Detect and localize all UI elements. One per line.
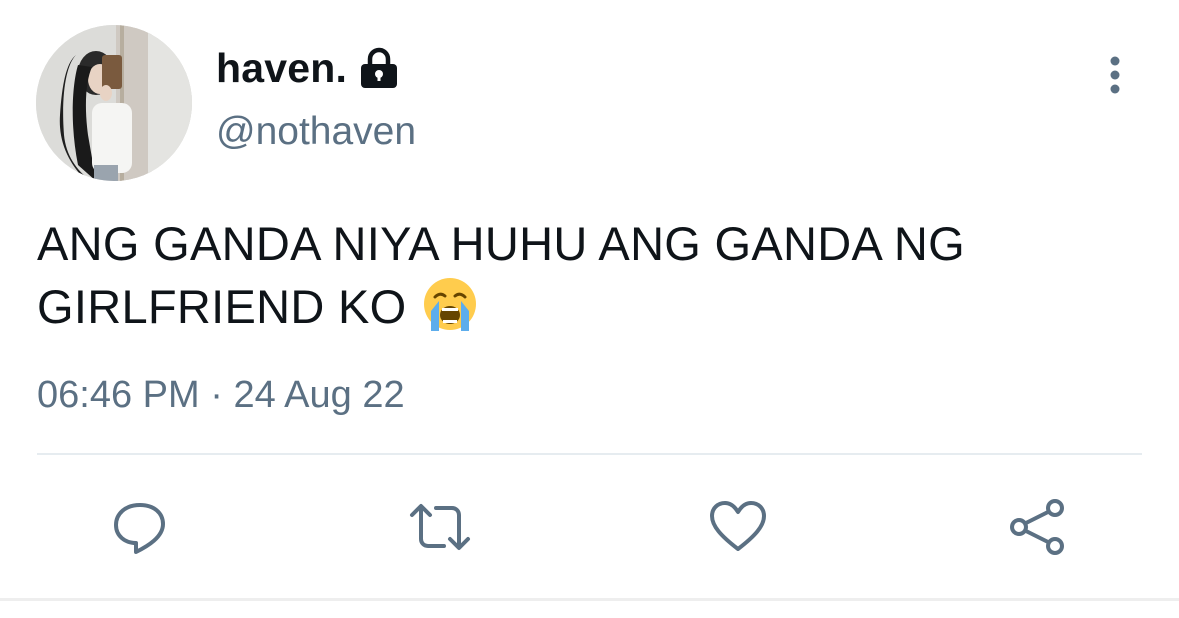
reply-icon — [114, 503, 165, 554]
tweet-date: 24 Aug 22 — [233, 374, 405, 416]
tweet-time: 06:46 PM — [37, 374, 200, 416]
loudly-crying-face-icon — [421, 275, 479, 333]
lock-icon — [359, 47, 399, 89]
avatar[interactable] — [36, 25, 192, 181]
tweet-card: haven. @nothaven ANG GANDA NIYA HUHU ANG… — [0, 0, 1179, 618]
more-vertical-icon[interactable] — [1098, 54, 1132, 98]
tweet-text: ANG GANDA NIYA HUHU ANG GANDA NG GIRLFRI… — [37, 213, 1137, 338]
retweet-button[interactable] — [408, 495, 472, 559]
reply-button[interactable] — [108, 495, 172, 559]
like-button[interactable] — [706, 495, 770, 559]
tweet-body: ANG GANDA NIYA HUHU ANG GANDA NG GIRLFRI… — [37, 217, 966, 333]
heart-icon — [710, 501, 766, 551]
share-icon — [1010, 499, 1064, 555]
retweet-icon — [410, 504, 470, 550]
avatar-image — [36, 25, 192, 181]
user-handle[interactable]: @nothaven — [216, 110, 416, 154]
tweet-timestamp[interactable]: 06:46 PM · 24 Aug 22 — [37, 374, 405, 417]
timestamp-separator: · — [210, 374, 223, 416]
display-name[interactable]: haven. — [216, 45, 347, 92]
divider — [37, 453, 1142, 455]
share-button[interactable] — [1006, 495, 1070, 559]
bottom-divider — [0, 598, 1179, 601]
